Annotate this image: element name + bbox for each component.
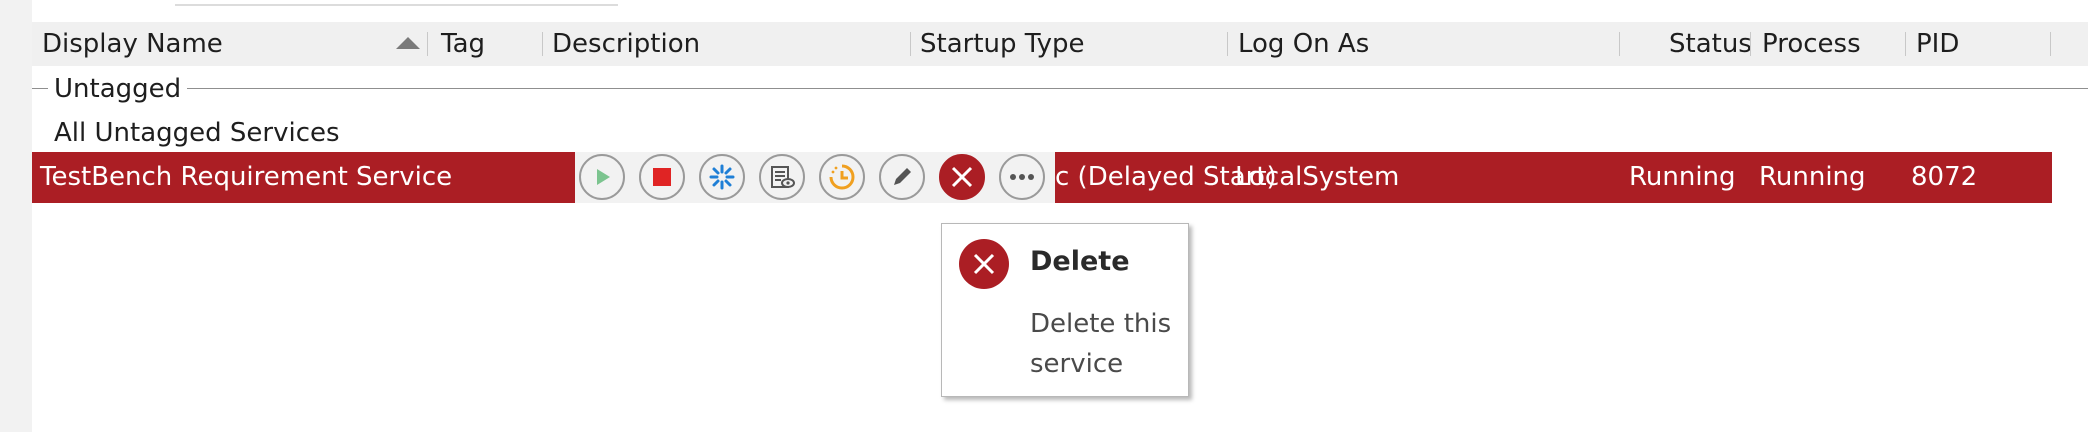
column-header-tag[interactable]: Tag [441,22,485,66]
pencil-icon [894,168,911,185]
edit-button[interactable] [879,154,925,200]
sort-ascending-icon [396,37,420,49]
service-row-selected[interactable]: TestBench Requirement Service c (Delayed… [32,152,2052,203]
column-separator[interactable] [2050,32,2051,56]
stop-icon [653,168,671,186]
column-separator[interactable] [1619,32,1620,56]
cell-pid: 8072 [1911,162,1978,192]
column-separator[interactable] [427,32,428,56]
schedule-button[interactable] [819,154,865,200]
close-icon [973,253,995,275]
logs-button[interactable] [759,154,805,200]
column-separator[interactable] [1905,32,1906,56]
more-actions-button[interactable] [999,154,1045,200]
column-separator[interactable] [910,32,911,56]
column-header-log-on-as[interactable]: Log On As [1238,22,1369,66]
stop-button[interactable] [639,154,685,200]
close-icon [951,166,973,188]
cell-display-name: TestBench Requirement Service [40,162,453,192]
ellipsis-icon [1010,174,1034,180]
log-icon [771,166,795,188]
spinner-icon [709,164,735,190]
column-header-description[interactable]: Description [552,22,700,66]
column-header-pid[interactable]: PID [1916,22,1959,66]
group-header-untagged[interactable]: Untagged [48,72,188,106]
column-separator[interactable] [1227,32,1228,56]
search-box-underline [175,4,618,6]
cell-log-on-as: LocalSystem [1235,162,1400,192]
group-subheader-all-untagged[interactable]: All Untagged Services [54,116,340,150]
left-panel-strip [0,0,32,432]
row-action-toolbar [575,152,1055,203]
start-button[interactable] [579,154,625,200]
column-header-display-name[interactable]: Display Name [42,22,223,66]
play-icon [597,169,610,185]
tooltip-title: Delete [1030,246,1130,277]
cell-status: Running [1629,162,1736,192]
column-header-process[interactable]: Process [1762,22,1861,66]
column-header-startup-type[interactable]: Startup Type [920,22,1084,66]
delete-tooltip: Delete Delete this service [941,223,1189,397]
restart-button[interactable] [699,154,745,200]
clock-icon [829,164,855,190]
tooltip-description: Delete this service [1030,309,1172,379]
cell-process: Running [1759,162,1866,192]
delete-icon [959,239,1009,289]
column-separator[interactable] [542,32,543,56]
delete-button[interactable] [939,154,985,200]
column-header-status[interactable]: Status [1669,22,1752,66]
column-separator[interactable] [1750,32,1751,56]
column-header-bar: Display Name Tag Description Startup Typ… [32,22,2088,66]
group-divider [32,88,2088,89]
